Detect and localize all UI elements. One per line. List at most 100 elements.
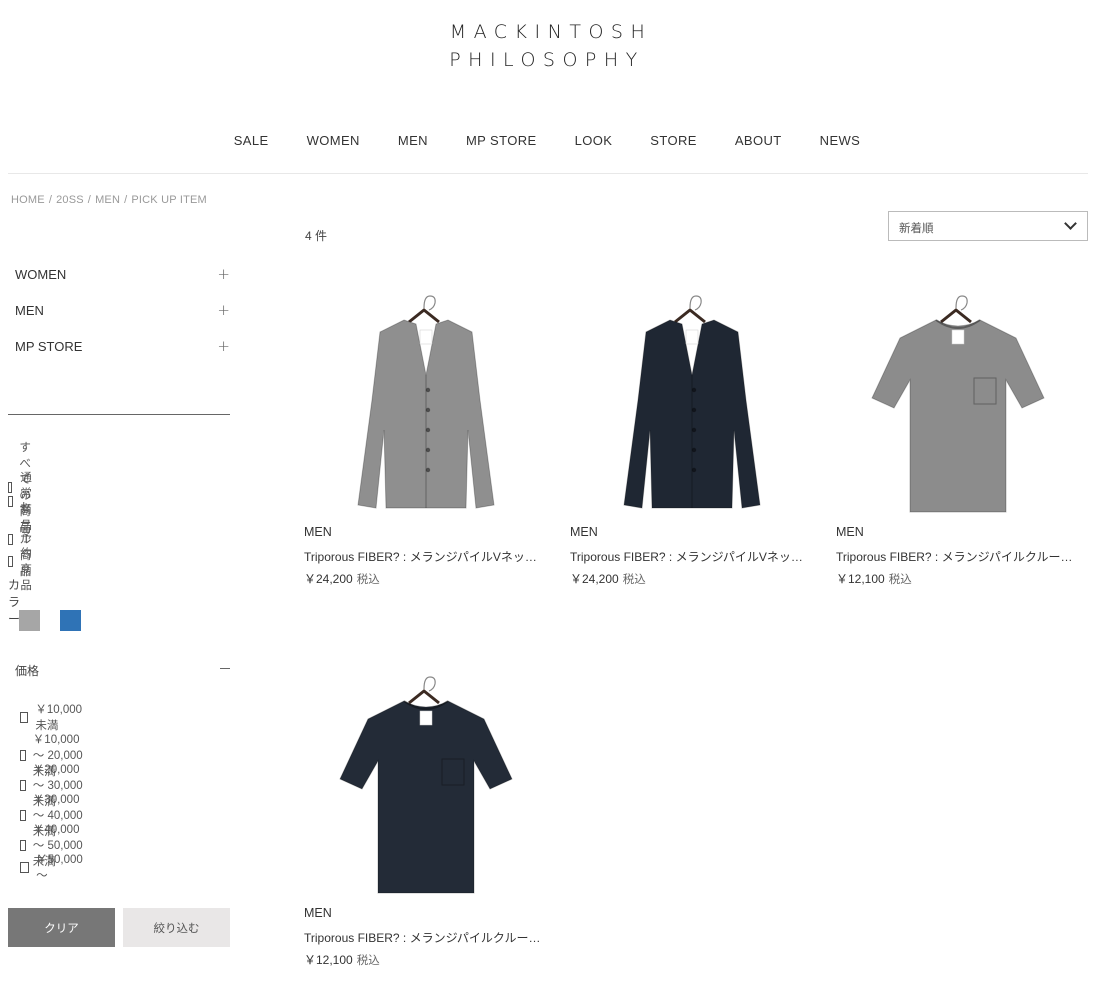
- apply-filter-button[interactable]: 絞り込む: [123, 908, 230, 947]
- category-men[interactable]: MEN +: [15, 301, 230, 319]
- checkbox[interactable]: [20, 839, 26, 851]
- color-swatch-gray[interactable]: [19, 610, 40, 631]
- expand-plus-icon[interactable]: +: [217, 301, 230, 319]
- brand-line-2: PHILOSOPHY: [449, 49, 645, 71]
- sidebar-divider: [8, 414, 230, 415]
- filter-label: ￥50,000 ～: [36, 854, 83, 882]
- button-dot: [425, 387, 431, 393]
- product-card[interactable]: MEN Triporous FIBER? : メランジパイルVネックカーディガン…: [570, 280, 815, 587]
- product-card[interactable]: MEN Triporous FIBER? : メランジパイルクルーネックTシャツ…: [836, 280, 1081, 587]
- button-dot: [691, 387, 697, 393]
- button-dot: [425, 427, 431, 433]
- checkbox[interactable]: [20, 711, 29, 723]
- product-price: ￥24,200: [304, 572, 353, 586]
- header-divider: [8, 173, 1088, 174]
- product-image[interactable]: [304, 280, 549, 525]
- label-tag: [951, 329, 965, 345]
- collapse-minus-icon[interactable]: [220, 668, 230, 669]
- product-name[interactable]: Triporous FIBER? : メランジパイルVネックカーディガン: [304, 548, 547, 565]
- product-category: MEN: [304, 525, 332, 539]
- label-tag: [685, 329, 699, 345]
- price-filter-heading[interactable]: 価格: [15, 662, 230, 679]
- hanger-hook-icon: [955, 295, 968, 311]
- checkbox[interactable]: [20, 749, 26, 761]
- product-price: ￥24,200: [570, 572, 619, 586]
- clear-button[interactable]: クリア: [8, 908, 115, 947]
- sort-select[interactable]: 新着順: [888, 211, 1088, 241]
- nav-news[interactable]: NEWS: [820, 133, 861, 148]
- checkbox[interactable]: [20, 779, 26, 791]
- nav-sale[interactable]: SALE: [234, 133, 269, 148]
- hanger-hook-icon: [423, 676, 436, 692]
- brand-line-1: MACKINTOSH: [449, 21, 653, 43]
- hanger-icon: [408, 689, 440, 705]
- button-dot: [425, 407, 431, 413]
- sort-value: 新着順: [899, 223, 934, 235]
- product-category: MEN: [570, 525, 598, 539]
- product-category: MEN: [304, 906, 332, 920]
- product-name[interactable]: Triporous FIBER? : メランジパイルクルーネックTシャツ: [836, 548, 1079, 565]
- product-image[interactable]: [836, 280, 1081, 525]
- brand-logo[interactable]: MACKINTOSH PHILOSOPHY: [0, 18, 1094, 74]
- category-label: WOMEN: [15, 267, 67, 282]
- global-nav: SALE WOMEN MEN MP STORE LOOK STORE ABOUT…: [0, 133, 1094, 148]
- product-price-row: ￥12,100 税込: [836, 570, 1081, 587]
- category-women[interactable]: WOMEN +: [15, 265, 230, 283]
- nav-women[interactable]: WOMEN: [307, 133, 360, 148]
- label-tag: [419, 329, 433, 345]
- price-filter-over-50000[interactable]: ￥50,000 ～: [20, 851, 85, 883]
- product-price: ￥12,100: [304, 953, 353, 967]
- tax-label: 税込: [356, 955, 380, 967]
- button-dot: [425, 467, 431, 473]
- price-label: 価格: [15, 664, 40, 678]
- product-card[interactable]: MEN Triporous FIBER? : メランジパイルVネックカーディガン…: [304, 280, 549, 587]
- checkbox[interactable]: [20, 809, 26, 821]
- product-card[interactable]: MEN Triporous FIBER? : メランジパイルクルーネックTシャツ…: [304, 661, 549, 968]
- filter-label: 予約商品: [20, 532, 32, 592]
- category-mp-store[interactable]: MP STORE +: [15, 337, 230, 355]
- product-name[interactable]: Triporous FIBER? : メランジパイルクルーネックTシャツ: [304, 929, 547, 946]
- expand-plus-icon[interactable]: +: [217, 337, 230, 355]
- tax-label: 税込: [888, 574, 912, 586]
- product-name[interactable]: Triporous FIBER? : メランジパイルVネックカーディガン: [570, 548, 813, 565]
- product-price-row: ￥24,200 税込: [570, 570, 815, 587]
- button-dot: [425, 447, 431, 453]
- breadcrumb-home[interactable]: HOME: [11, 194, 45, 206]
- nav-mp-store[interactable]: MP STORE: [466, 133, 537, 148]
- button-dot: [691, 467, 697, 473]
- nav-about[interactable]: ABOUT: [735, 133, 782, 148]
- button-dot: [691, 407, 697, 413]
- hanger-icon: [408, 308, 440, 324]
- hanger-hook-icon: [423, 295, 436, 311]
- tshirt-shape: [871, 319, 1045, 513]
- product-image[interactable]: [570, 280, 815, 525]
- tax-label: 税込: [356, 574, 380, 586]
- price-filter-under-10000[interactable]: ￥10,000未満: [20, 701, 85, 733]
- product-price-row: ￥24,200 税込: [304, 570, 549, 587]
- product-category: MEN: [836, 525, 864, 539]
- label-tag: [419, 710, 433, 726]
- nav-store[interactable]: STORE: [650, 133, 697, 148]
- product-price-row: ￥12,100 税込: [304, 951, 549, 968]
- breadcrumb: HOME/20SS / MEN / PICK UP ITEM: [11, 194, 207, 206]
- category-label: MEN: [15, 303, 44, 318]
- nav-look[interactable]: LOOK: [575, 133, 613, 148]
- breadcrumb-men[interactable]: MEN: [95, 194, 120, 206]
- button-dot: [691, 427, 697, 433]
- hanger-icon: [674, 308, 706, 324]
- button-dot: [691, 447, 697, 453]
- breadcrumb-season[interactable]: 20SS: [56, 194, 84, 206]
- color-swatch-blue[interactable]: [60, 610, 81, 631]
- nav-men[interactable]: MEN: [398, 133, 428, 148]
- result-count: 4 件: [305, 229, 328, 243]
- hanger-hook-icon: [689, 295, 702, 311]
- tax-label: 税込: [622, 574, 646, 586]
- expand-plus-icon[interactable]: +: [217, 265, 230, 283]
- category-label: MP STORE: [15, 339, 83, 354]
- checkbox[interactable]: [20, 861, 30, 873]
- checkbox[interactable]: [8, 555, 14, 567]
- filter-label: ￥10,000未満: [35, 704, 83, 732]
- chevron-down-icon: [1064, 217, 1077, 230]
- product-image[interactable]: [304, 661, 549, 906]
- product-price: ￥12,100: [836, 572, 885, 586]
